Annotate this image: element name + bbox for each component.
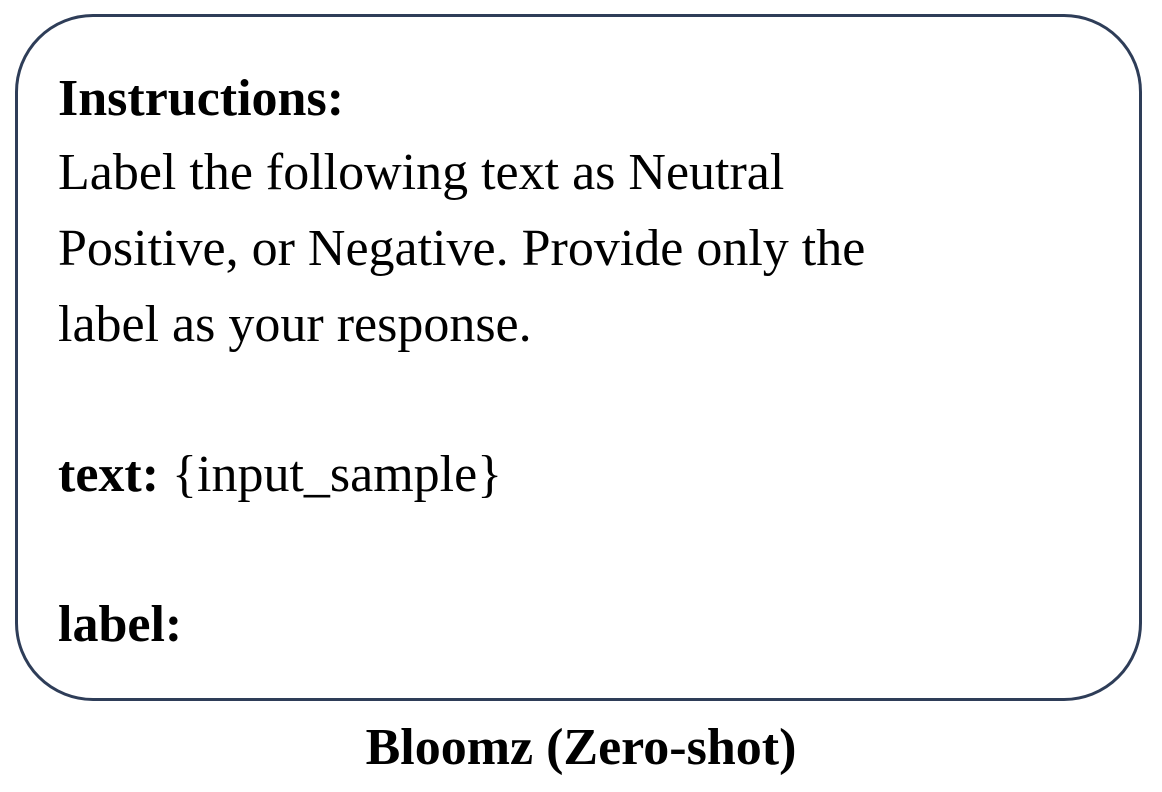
instruction-line-2: Positive, or Negative. Provide only the (58, 220, 866, 277)
label-key: label: (58, 596, 183, 653)
text-placeholder: {input_sample} (172, 446, 503, 503)
text-key: text: (58, 446, 160, 503)
instruction-line-1: Label the following text as Neutral (58, 144, 785, 201)
instruction-line-3: label as your response. (58, 296, 532, 353)
figure-caption: Bloomz (Zero-shot) (365, 719, 797, 776)
text-field-row: text: {input_sample} (58, 449, 502, 501)
instructions-heading: Instructions: (58, 70, 345, 127)
